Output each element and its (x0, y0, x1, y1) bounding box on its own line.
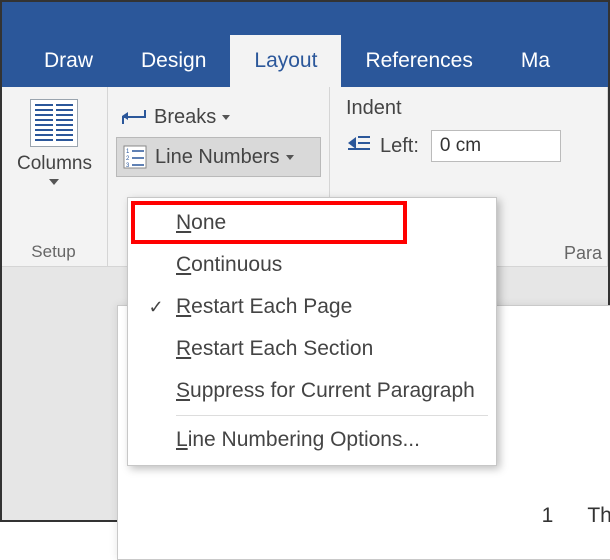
line-text: This (587, 504, 610, 528)
columns-label: Columns (17, 153, 92, 175)
menu-item-suppress[interactable]: Suppress for Current Paragraph (130, 370, 494, 412)
line-number: 1 (542, 504, 554, 528)
chevron-down-icon (286, 155, 294, 160)
columns-button[interactable]: Columns (15, 95, 94, 189)
ribbon-tabs: Draw Design Layout References Ma (2, 2, 608, 87)
tab-draw[interactable]: Draw (20, 35, 117, 87)
document-line: 1 This (542, 504, 610, 528)
line-numbers-label: Line Numbers (155, 146, 280, 169)
menu-item-suppress-label: Suppress for Current Paragraph (176, 379, 475, 403)
menu-item-continuous-label: Continuous (176, 253, 282, 277)
breaks-label: Breaks (154, 106, 216, 129)
indent-left-label: Left: (380, 135, 419, 158)
tab-design[interactable]: Design (117, 35, 230, 87)
menu-item-restart-section-label: Restart Each Section (176, 337, 373, 361)
tab-references[interactable]: References (341, 35, 496, 87)
indent-title: Indent (338, 95, 599, 126)
menu-item-none-label: None (176, 211, 226, 235)
group-label-paragraph: Para (564, 243, 602, 264)
breaks-icon (120, 106, 148, 128)
menu-item-none[interactable]: None (130, 202, 494, 244)
line-numbers-icon: 1 2 3 (121, 145, 149, 169)
group-page-setup-left: Columns Setup (2, 87, 108, 266)
indent-left-row: Left: (338, 126, 599, 166)
tab-layout[interactable]: Layout (230, 35, 341, 87)
indent-left-icon (346, 133, 372, 159)
tab-mailings[interactable]: Ma (497, 35, 574, 87)
line-numbers-menu: None Continuous ✓ Restart Each Page Rest… (127, 197, 497, 466)
group-label-setup: Setup (29, 240, 79, 264)
menu-item-options-label: Line Numbering Options... (176, 428, 420, 452)
chevron-down-icon (222, 115, 230, 120)
line-numbers-button[interactable]: 1 2 3 Line Numbers (116, 137, 321, 177)
menu-item-restart-page[interactable]: ✓ Restart Each Page (130, 286, 494, 328)
menu-item-continuous[interactable]: Continuous (130, 244, 494, 286)
breaks-button[interactable]: Breaks (116, 97, 321, 137)
check-icon: ✓ (136, 297, 176, 318)
menu-item-options[interactable]: Line Numbering Options... (130, 419, 494, 461)
chevron-down-icon (49, 179, 59, 185)
menu-separator (176, 415, 488, 416)
menu-item-restart-page-label: Restart Each Page (176, 295, 352, 319)
indent-left-input[interactable] (431, 130, 561, 162)
columns-icon (30, 99, 78, 147)
menu-item-restart-section[interactable]: Restart Each Section (130, 328, 494, 370)
